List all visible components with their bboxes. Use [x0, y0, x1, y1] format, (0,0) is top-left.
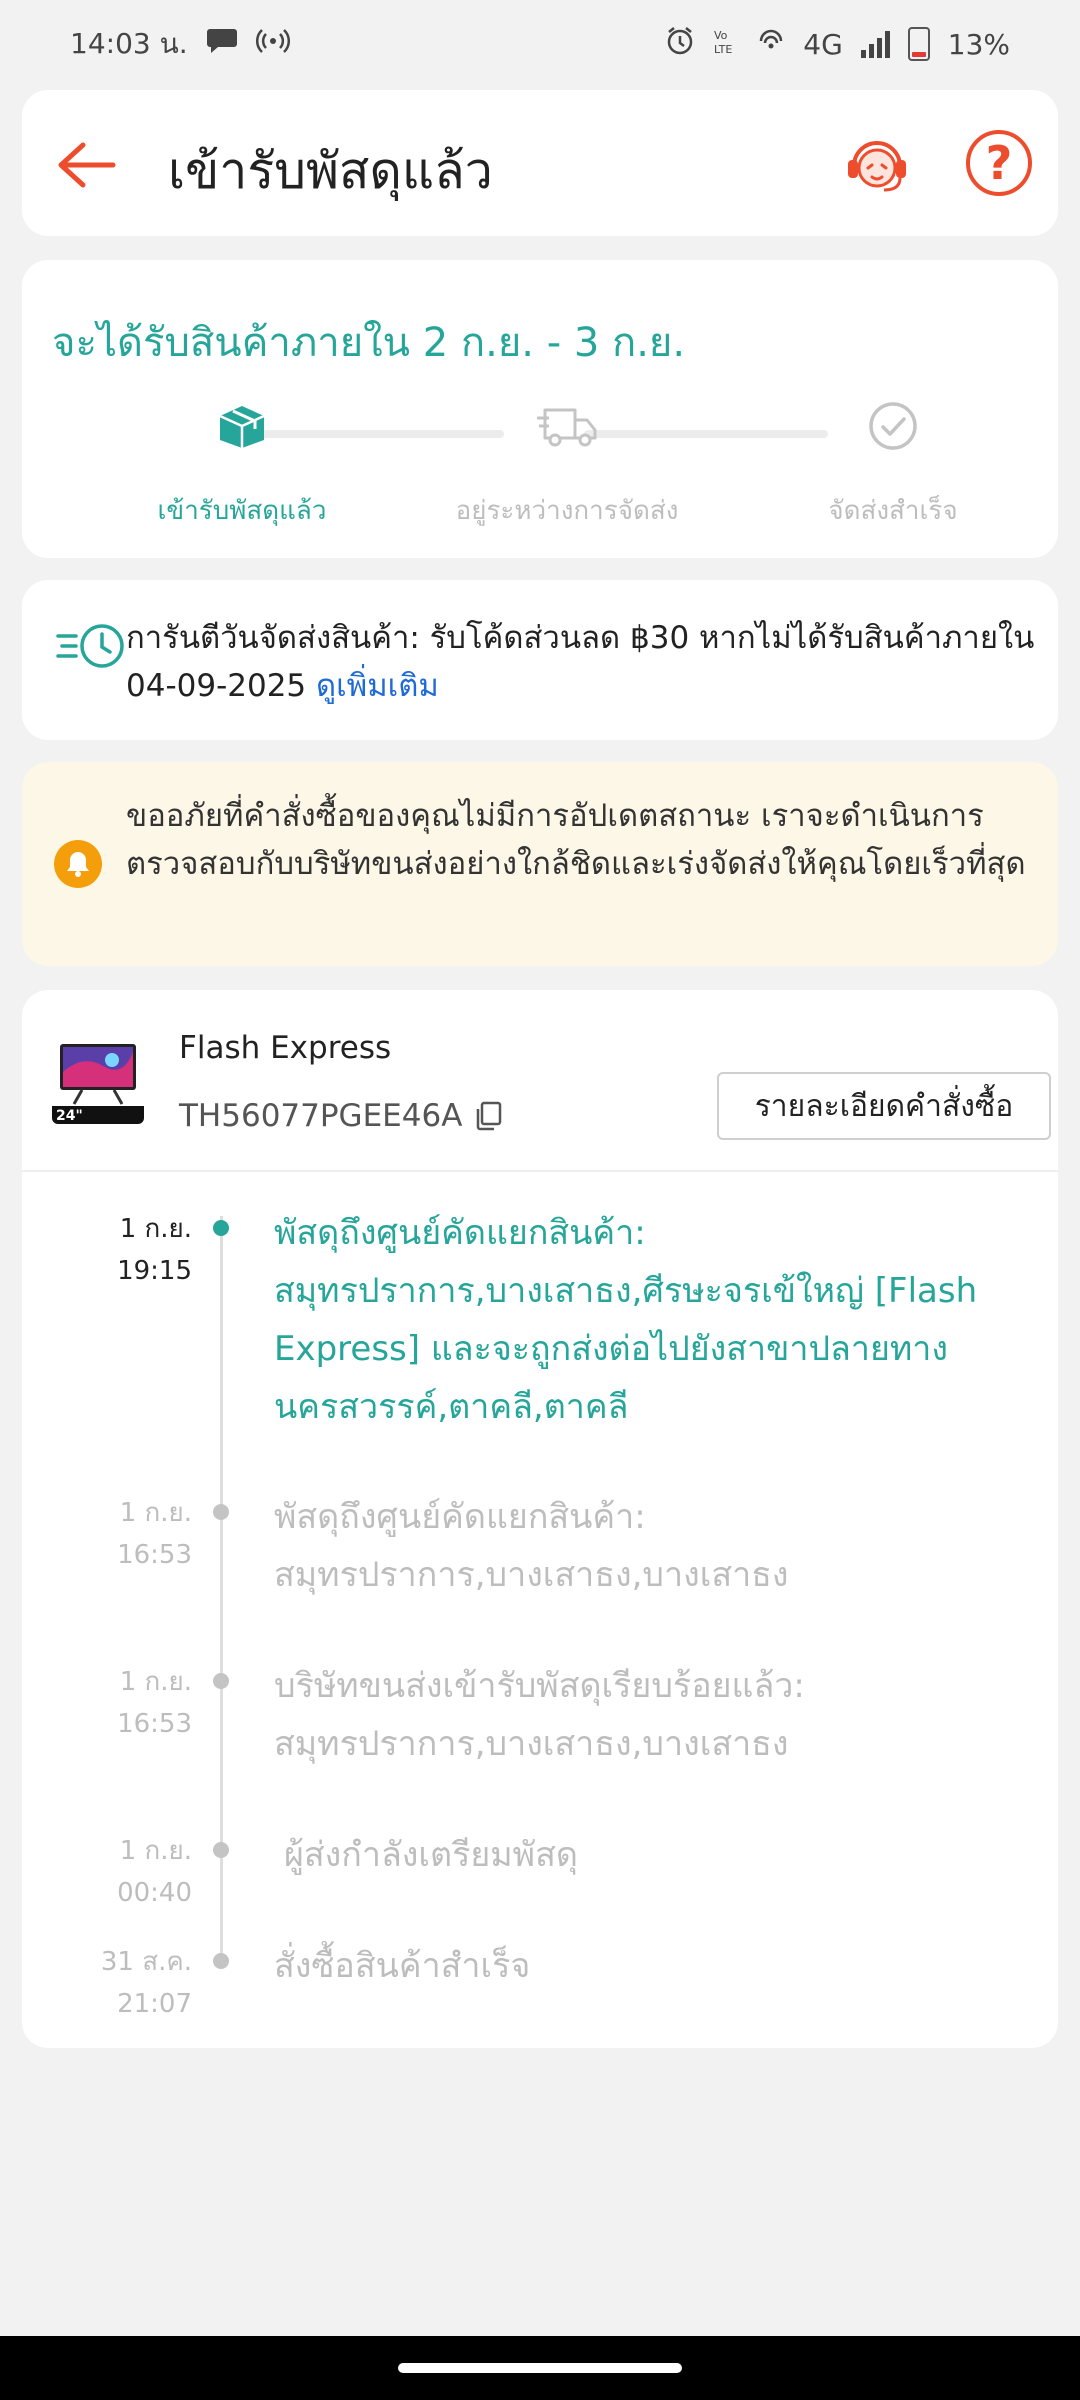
step-in-transit: อยู่ระหว่างการจัดส่ง [417, 390, 717, 531]
eta-text: จะได้รับสินค้าภายใน 2 ก.ย. - 3 ก.ย. [52, 320, 686, 366]
copy-icon[interactable] [474, 1101, 502, 1131]
status-notice-card: ขออภัยที่คำสั่งซื้อของคุณไม่มีการอัปเดตส… [22, 762, 1058, 966]
event-date: 1 ก.ย. 00:40 [117, 1836, 192, 1908]
timeline-dot [213, 1842, 229, 1858]
page-title: เข้ารับพัสดุแล้ว [168, 142, 493, 200]
order-details-button[interactable]: รายละเอียดคำสั่งซื้อ [717, 1072, 1051, 1140]
thumbnail-badge: 24" [56, 1108, 83, 1124]
timeline-dot [213, 1673, 229, 1689]
svg-text:Vo: Vo [714, 29, 728, 42]
hotspot-icon [255, 27, 290, 62]
delivery-guarantee-card[interactable]: การันตีวันจัดส่งสินค้า: รับโค้ดส่วนลด ฿3… [22, 580, 1058, 740]
delivery-status-card: จะได้รับสินค้าภายใน 2 ก.ย. - 3 ก.ย. เข้า… [22, 260, 1058, 558]
customer-support-button[interactable] [840, 128, 914, 202]
chat-bubble-icon [206, 27, 238, 62]
wifi-calling-icon [757, 27, 785, 62]
fast-clock-icon [56, 624, 124, 668]
guarantee-description: การันตีวันจัดส่งสินค้า: รับโค้ดส่วนลด ฿3… [126, 620, 1035, 704]
bell-icon [54, 840, 102, 888]
battery-icon [907, 27, 930, 61]
step-label: อยู่ระหว่างการจัดส่ง [455, 496, 679, 526]
tracking-number: TH56077PGEE46A [179, 1098, 463, 1134]
network-type: 4G [803, 27, 843, 61]
event-description: พัสดุถึงศูนย์คัดแยกสินค้า: สมุทรปราการ,บ… [274, 1213, 978, 1427]
svg-text:LTE: LTE [714, 43, 732, 56]
shipment-tracking-card: 24" Flash Express TH56077PGEE46A รายละเอ… [22, 990, 1058, 2048]
package-icon [219, 406, 265, 448]
event-date: 1 ก.ย. 19:15 [117, 1214, 192, 1286]
status-bar: 14:03 น. Vo LTE 4G 13% [0, 0, 1080, 88]
step-label: เข้ารับพัสดุแล้ว [157, 496, 327, 526]
event-description: บริษัทขนส่งเข้ารับพัสดุเรียบร้อยแล้ว: สม… [274, 1666, 805, 1764]
event-description: ผู้ส่งกำลังเตรียมพัสดุ [284, 1835, 578, 1875]
question-mark-icon: ? [985, 136, 1013, 190]
timeline-dot [213, 1953, 229, 1969]
step-label: จัดส่งสำเร็จ [828, 496, 958, 526]
see-more-link[interactable]: ดูเพิ่มเติม [316, 668, 439, 704]
truck-icon [537, 408, 597, 447]
app-header: เข้ารับพัสดุแล้ว ? [22, 90, 1058, 236]
step-delivered: จัดส่งสำเร็จ [743, 390, 1043, 531]
alarm-icon [665, 26, 695, 63]
help-button[interactable]: ? [966, 130, 1032, 196]
divider [22, 1170, 1058, 1172]
product-thumbnail: 24" [52, 1032, 144, 1124]
tracking-row: TH56077PGEE46A [179, 1098, 502, 1134]
check-circle-icon [869, 402, 917, 450]
step-picked-up: เข้ารับพัสดุแล้ว [92, 390, 392, 531]
status-time: 14:03 น. [70, 27, 188, 60]
support-agent-icon [848, 141, 906, 192]
battery-level: 13% [947, 27, 1010, 61]
back-button[interactable] [52, 130, 122, 200]
carrier-name: Flash Express [179, 1030, 392, 1066]
notice-text: ขออภัยที่คำสั่งซื้อของคุณไม่มีการอัปเดตส… [126, 798, 1026, 882]
timeline-dot [213, 1504, 229, 1520]
volte-icon: Vo LTE [713, 26, 739, 63]
event-description: สั่งซื้อสินค้าสำเร็จ [274, 1946, 531, 1986]
system-navigation-bar [0, 2336, 1080, 2400]
event-description: พัสดุถึงศูนย์คัดแยกสินค้า: สมุทรปราการ,บ… [274, 1497, 789, 1595]
guarantee-text: การันตีวันจัดส่งสินค้า: รับโค้ดส่วนลด ฿3… [126, 614, 1036, 710]
arrow-left-icon [58, 142, 116, 188]
event-date: 31 ส.ค. 21:07 [100, 1947, 192, 2019]
timeline-dot [213, 1220, 229, 1236]
event-date: 1 ก.ย. 16:53 [117, 1498, 192, 1570]
signal-icon [860, 30, 890, 58]
event-date: 1 ก.ย. 16:53 [117, 1667, 192, 1739]
home-gesture-handle[interactable] [398, 2363, 682, 2373]
